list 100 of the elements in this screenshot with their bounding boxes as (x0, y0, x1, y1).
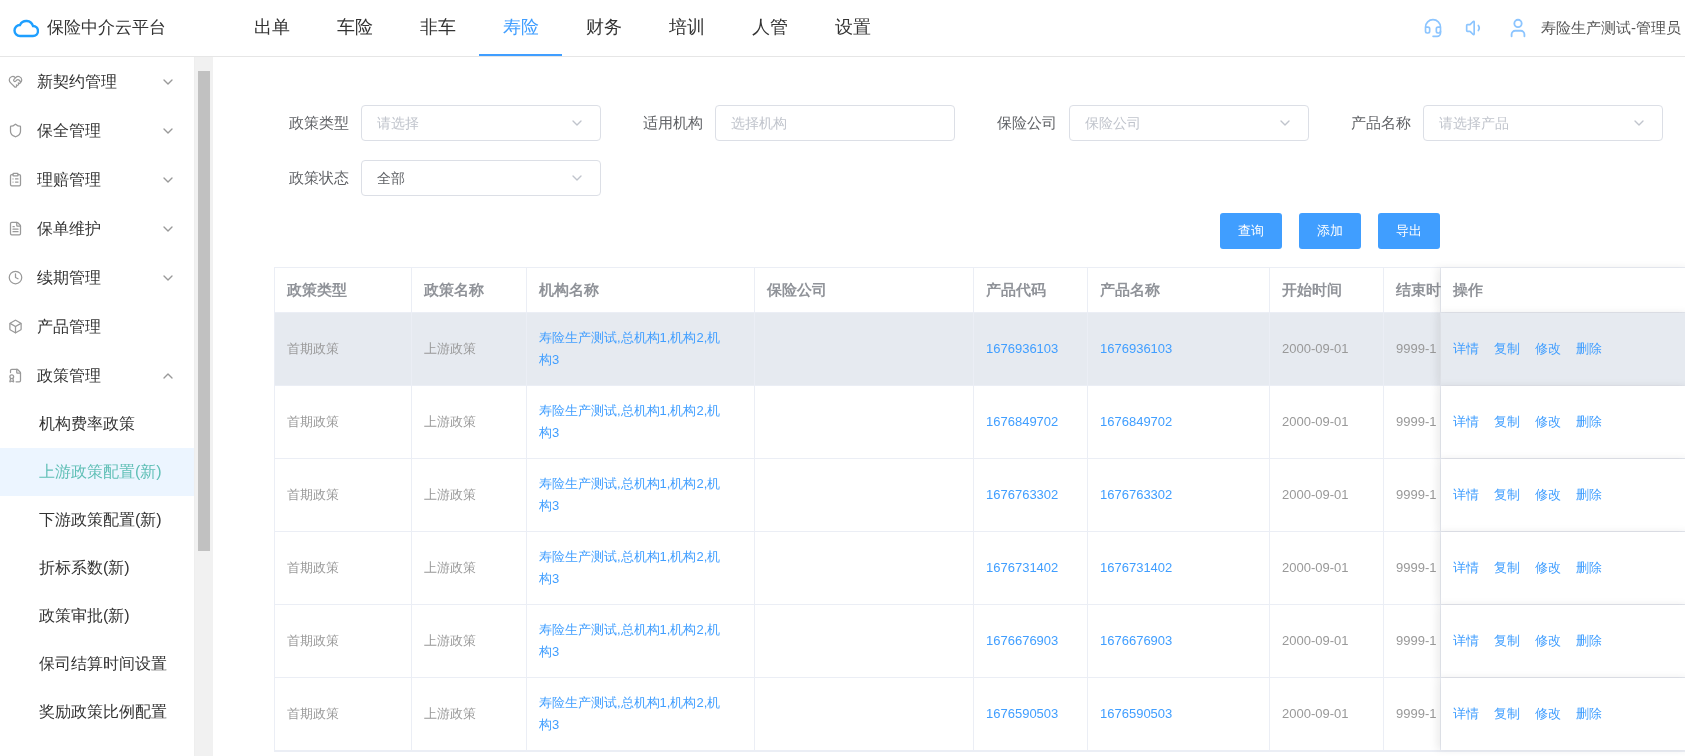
table-cell[interactable]: 1676763302 (986, 484, 1059, 506)
column-header: 开始时间 (1270, 268, 1384, 312)
table-cell[interactable]: 1676731402 (1100, 557, 1173, 579)
column-header: 操作 (1441, 268, 1685, 312)
table-cell[interactable]: 1676590503 (986, 703, 1059, 725)
row-action-link[interactable]: 复制 (1494, 485, 1520, 505)
table-cell-text: 上游政策 (424, 632, 476, 650)
table-cell[interactable]: 1676731402 (986, 557, 1059, 579)
select-field[interactable]: 全部 (361, 160, 601, 196)
sidebar-subitem[interactable]: 折标系数(新) (0, 544, 194, 592)
table-row[interactable]: 首期政策 上游政策 寿险生产测试,总机构1,机构2,机构3 1676849702 1676849702 2000-09-01 9999-1 详情 复制 修改 删除 (275, 386, 1685, 459)
sidebar-menu-item[interactable]: 续期管理 (0, 253, 194, 302)
column-header: 产品名称 (1088, 268, 1270, 312)
row-action-link[interactable]: 修改 (1535, 558, 1561, 578)
nav-tab[interactable]: 财务 (562, 0, 645, 56)
sidebar-subitem[interactable]: 政策审批(新) (0, 592, 194, 640)
table-cell[interactable]: 寿险生产测试,总机构1,机构2,机构3 (539, 546, 729, 590)
table-cell[interactable]: 1676936103 (986, 338, 1059, 360)
table-cell-text: 首期政策 (287, 705, 339, 723)
table-cell[interactable]: 1676676903 (986, 630, 1059, 652)
sidebar-subitem[interactable]: 保司结算时间设置 (0, 640, 194, 688)
table-cell[interactable]: 1676763302 (1100, 484, 1173, 506)
row-action-link[interactable]: 详情 (1453, 339, 1479, 359)
table-cell-text: 首期政策 (287, 559, 339, 577)
table-cell-text: 9999-1 (1396, 413, 1437, 431)
table-cell-text: 9999-1 (1396, 340, 1437, 358)
table-cell-text: 2000-09-01 (1282, 486, 1349, 504)
table-cell[interactable]: 1676849702 (1100, 411, 1173, 433)
row-action-link[interactable]: 删除 (1576, 485, 1602, 505)
nav-tab[interactable]: 车险 (313, 0, 396, 56)
row-action-link[interactable]: 详情 (1453, 704, 1479, 724)
table-cell[interactable]: 1676849702 (986, 411, 1059, 433)
table-cell[interactable]: 寿险生产测试,总机构1,机构2,机构3 (539, 473, 729, 517)
table-row[interactable]: 首期政策 上游政策 寿险生产测试,总机构1,机构2,机构3 1676676903 1676676903 2000-09-01 9999-1 详情 复制 修改 删除 (275, 605, 1685, 678)
row-action-link[interactable]: 修改 (1535, 412, 1561, 432)
table-row[interactable]: 首期政策 上游政策 寿险生产测试,总机构1,机构2,机构3 1676936103 1676936103 2000-09-01 9999-1 详情 复制 修改 删除 (275, 313, 1685, 386)
row-action-link[interactable]: 修改 (1535, 485, 1561, 505)
table-cell-text: 2000-09-01 (1282, 559, 1349, 577)
menu-icon (8, 319, 23, 334)
row-action-link[interactable]: 复制 (1494, 558, 1520, 578)
table-cell[interactable]: 1676676903 (1100, 630, 1173, 652)
action-button[interactable]: 添加 (1299, 213, 1361, 249)
table-cell[interactable]: 寿险生产测试,总机构1,机构2,机构3 (539, 327, 729, 371)
row-action-link[interactable]: 复制 (1494, 631, 1520, 651)
nav-tab[interactable]: 寿险 (479, 0, 562, 56)
row-action-link[interactable]: 详情 (1453, 631, 1479, 651)
sidebar-subitem[interactable]: 机构费率政策 (0, 400, 194, 448)
table-cell[interactable]: 寿险生产测试,总机构1,机构2,机构3 (539, 692, 729, 736)
action-button[interactable]: 导出 (1378, 213, 1440, 249)
menu-icon (8, 221, 23, 236)
row-action-link[interactable]: 删除 (1576, 412, 1602, 432)
table-row[interactable]: 首期政策 上游政策 寿险生产测试,总机构1,机构2,机构3 1676763302 1676763302 2000-09-01 9999-1 详情 复制 修改 删除 (275, 459, 1685, 532)
row-action-link[interactable]: 复制 (1494, 412, 1520, 432)
table-cell[interactable]: 1676936103 (1100, 338, 1173, 360)
row-action-link[interactable]: 复制 (1494, 704, 1520, 724)
input-field[interactable]: 选择机构 (715, 105, 955, 141)
table-cell[interactable]: 寿险生产测试,总机构1,机构2,机构3 (539, 619, 729, 663)
row-action-link[interactable]: 修改 (1535, 704, 1561, 724)
row-action-link[interactable]: 修改 (1535, 339, 1561, 359)
column-header: 产品代码 (974, 268, 1088, 312)
table-cell-text: 2000-09-01 (1282, 413, 1349, 431)
row-action-link[interactable]: 修改 (1535, 631, 1561, 651)
sidebar-subitem[interactable]: 上游政策配置(新) (0, 448, 194, 496)
table-row[interactable]: 首期政策 上游政策 寿险生产测试,总机构1,机构2,机构3 1676731402 1676731402 2000-09-01 9999-1 详情 复制 修改 删除 (275, 532, 1685, 605)
sidebar-menu-item[interactable]: 保单维护 (0, 204, 194, 253)
menu-icon (8, 123, 23, 138)
sidebar-subitem[interactable]: 奖励政策比例配置 (0, 688, 194, 736)
select-field[interactable]: 保险公司 (1069, 105, 1309, 141)
nav-tab[interactable]: 人管 (728, 0, 811, 56)
row-action-link[interactable]: 详情 (1453, 485, 1479, 505)
table-cell[interactable]: 寿险生产测试,总机构1,机构2,机构3 (539, 400, 729, 444)
headset-icon[interactable] (1423, 18, 1443, 38)
sidebar-menu-item[interactable]: 新契约管理 (0, 57, 194, 106)
nav-tab[interactable]: 培训 (645, 0, 728, 56)
sidebar-menu-item[interactable]: 保全管理 (0, 106, 194, 155)
app-title: 保险中介云平台 (47, 17, 166, 40)
table-cell[interactable]: 1676590503 (1100, 703, 1173, 725)
user-name[interactable]: 寿险生产测试-管理员 (1541, 16, 1681, 40)
nav-tab[interactable]: 出单 (230, 0, 313, 56)
sidebar-menu-item[interactable]: 政策管理 (0, 351, 194, 400)
row-action-link[interactable]: 详情 (1453, 558, 1479, 578)
nav-tab[interactable]: 设置 (811, 0, 894, 56)
action-button[interactable]: 查询 (1220, 213, 1282, 249)
filter-label: 产品名称 (1350, 112, 1412, 133)
filter-label: 政策状态 (288, 167, 350, 188)
select-field[interactable]: 请选择 (361, 105, 601, 141)
sidebar-menu-item[interactable]: 理赔管理 (0, 155, 194, 204)
row-action-link[interactable]: 删除 (1576, 704, 1602, 724)
sidebar-subitem[interactable]: 下游政策配置(新) (0, 496, 194, 544)
nav-tab[interactable]: 非车 (396, 0, 479, 56)
table-row[interactable]: 首期政策 上游政策 寿险生产测试,总机构1,机构2,机构3 1676590503 1676590503 2000-09-01 9999-1 详情 复制 修改 删除 (275, 678, 1685, 751)
row-action-link[interactable]: 删除 (1576, 631, 1602, 651)
row-action-link[interactable]: 详情 (1453, 412, 1479, 432)
row-action-link[interactable]: 删除 (1576, 558, 1602, 578)
sidebar-menu-item[interactable]: 产品管理 (0, 302, 194, 351)
select-field[interactable]: 请选择产品 (1423, 105, 1663, 141)
row-action-link[interactable]: 删除 (1576, 339, 1602, 359)
row-action-link[interactable]: 复制 (1494, 339, 1520, 359)
scrollbar[interactable] (195, 57, 213, 756)
table-cell-text: 首期政策 (287, 632, 339, 650)
